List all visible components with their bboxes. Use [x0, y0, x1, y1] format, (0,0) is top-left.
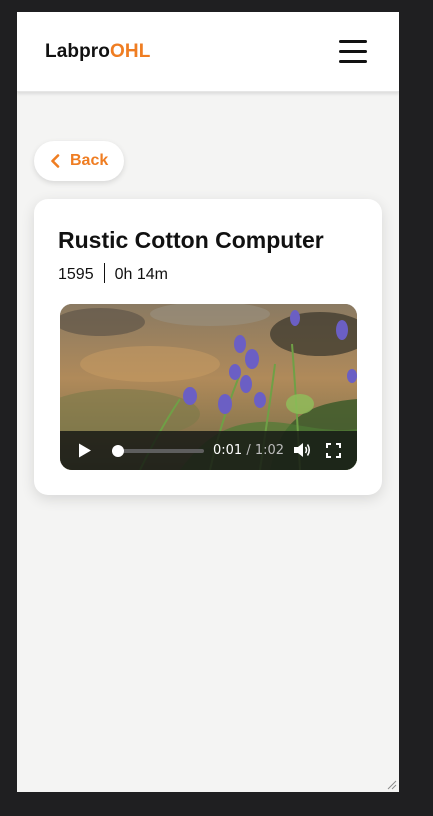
progress-thumb[interactable] — [112, 445, 124, 457]
meta-divider — [103, 263, 105, 283]
page-viewport: LabproOHL Back Rustic Cotton Computer 15… — [17, 12, 399, 792]
volume-icon[interactable] — [294, 442, 312, 458]
time-display: 0:01 / 1:02 — [213, 443, 284, 458]
brand-logo[interactable]: LabproOHL — [45, 41, 150, 63]
hamburger-menu-icon[interactable] — [339, 40, 367, 64]
card-duration: 0h 14m — [114, 266, 168, 284]
time-separator: / — [242, 443, 255, 458]
video-card: Rustic Cotton Computer 1595 0h 14m 0:01 … — [34, 199, 382, 495]
current-time: 0:01 — [213, 443, 243, 458]
chevron-left-icon — [51, 154, 60, 168]
brand-prefix: Labpro — [45, 41, 110, 62]
video-player[interactable]: 0:01 / 1:02 — [60, 304, 357, 470]
top-navbar: LabproOHL — [17, 12, 399, 92]
brand-suffix: OHL — [110, 41, 151, 62]
resize-grip-icon[interactable] — [385, 778, 397, 790]
progress-bar[interactable] — [112, 445, 204, 457]
back-button-label: Back — [70, 152, 109, 169]
card-meta: 1595 0h 14m — [58, 263, 168, 287]
back-button[interactable]: Back — [34, 141, 124, 181]
play-icon[interactable] — [78, 443, 92, 458]
card-title: Rustic Cotton Computer — [58, 227, 324, 253]
video-controls: 0:01 / 1:02 — [60, 431, 357, 470]
fullscreen-icon[interactable] — [326, 443, 341, 458]
card-code: 1595 — [58, 266, 94, 284]
total-time: 1:02 — [254, 443, 285, 458]
